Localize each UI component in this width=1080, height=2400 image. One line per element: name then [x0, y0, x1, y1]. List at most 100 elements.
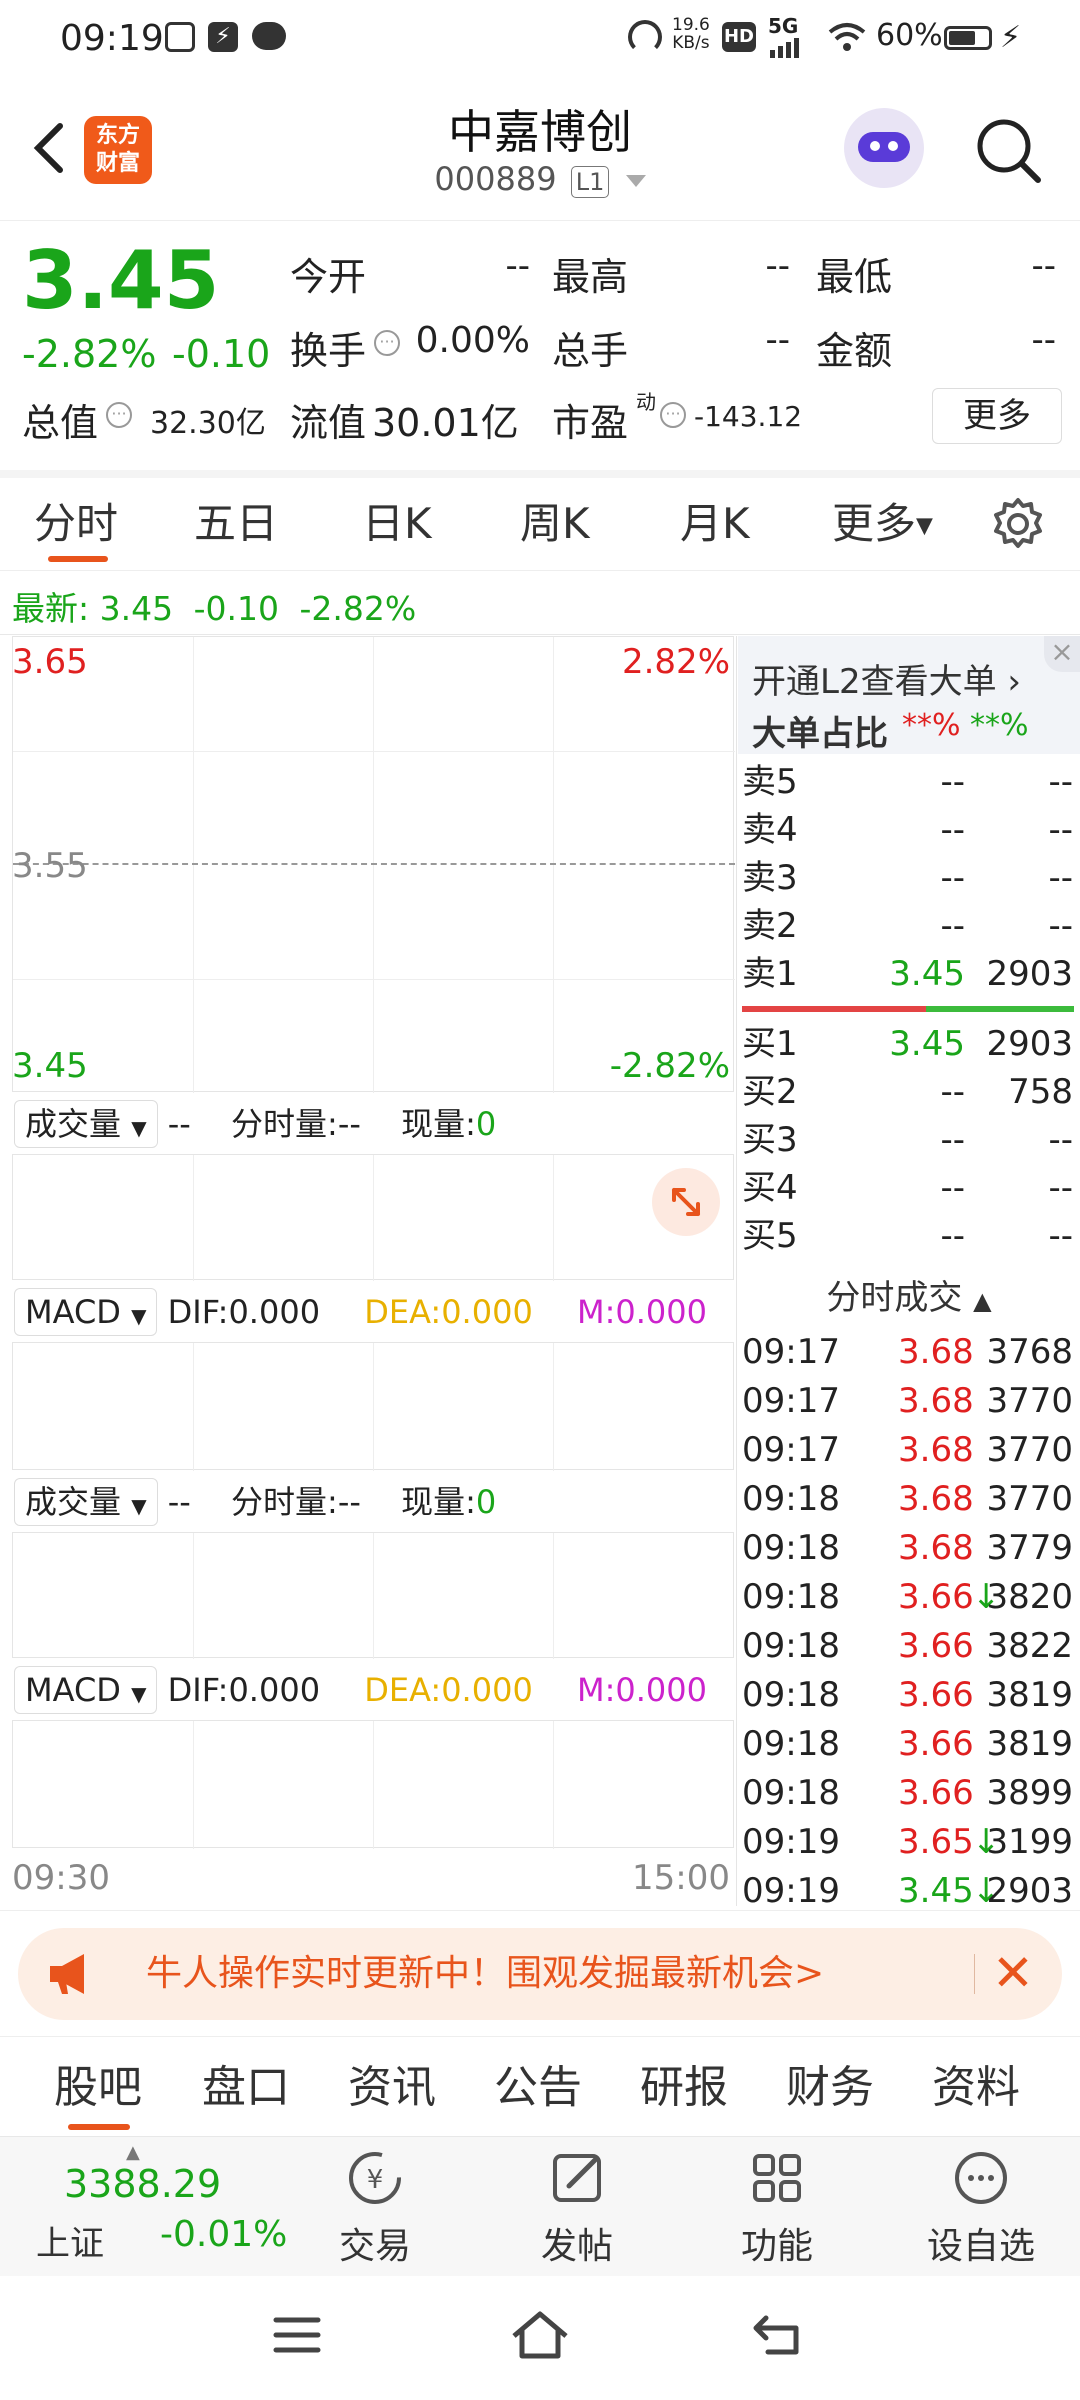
more-button[interactable]: 更多 [932, 388, 1062, 444]
buy-row[interactable]: 买2 -- 758 [740, 1068, 1075, 1116]
battery-icon [944, 26, 992, 50]
buy-row[interactable]: 买4 -- -- [740, 1164, 1075, 1212]
y-axis-bottom: 3.45 [12, 1046, 88, 1086]
info-icon[interactable]: ··· [106, 402, 132, 428]
order-volume: -- [1048, 858, 1073, 898]
sell-row[interactable]: 卖5 -- -- [740, 758, 1075, 806]
sell-row[interactable]: 卖4 -- -- [740, 806, 1075, 854]
tab-daily-k[interactable]: 日K [362, 478, 432, 570]
trade-volume: 2903 [986, 1871, 1073, 1911]
info-icon[interactable]: ··· [660, 402, 686, 428]
close-icon[interactable]: ✕ [992, 1938, 1034, 2008]
pct-axis-bottom: -2.82% [609, 1046, 730, 1086]
index-value: 3388.29 [64, 2162, 222, 2206]
stock-code: 000889 [434, 160, 557, 198]
volume-panel-2[interactable] [12, 1532, 734, 1659]
trade-row: 09:18 3.66 3822 [740, 1622, 1075, 1671]
trade-time: 09:18 [742, 1626, 840, 1666]
back-icon[interactable] [22, 118, 82, 178]
low-value: -- [1031, 246, 1056, 286]
back-nav-icon[interactable] [752, 2312, 806, 2358]
tab-news[interactable]: 资讯 [348, 2040, 436, 2136]
trade-row: 09:18 3.66 ↓ 3820 [740, 1573, 1075, 1622]
volume-select[interactable]: 成交量 ▼ [14, 1478, 158, 1526]
trade-price: 3.68 [898, 1381, 974, 1421]
order-level: 卖1 [742, 954, 798, 994]
bottom-tab-indicator [68, 2124, 130, 2130]
stock-code-row[interactable]: 000889 L1 [340, 160, 740, 198]
sell-row[interactable]: 卖3 -- -- [740, 854, 1075, 902]
trade-volume: 3899 [986, 1773, 1073, 1813]
tab-announcements[interactable]: 公告 [494, 2040, 582, 2136]
sell-row[interactable]: 卖1 3.45 2903 [740, 950, 1075, 998]
macd-select[interactable]: MACD ▼ [14, 1288, 158, 1336]
promo-banner[interactable]: 牛人操作实时更新中！围观发掘最新机会> ✕ [18, 1928, 1062, 2020]
triangle-down-icon: ▼ [916, 513, 933, 539]
latest-label: 最新: [12, 589, 90, 628]
buy-row[interactable]: 买5 -- -- [740, 1212, 1075, 1260]
index-widget[interactable]: ▲ 3388.29 上证 -0.01% [0, 2142, 300, 2272]
pe-label: 市盈 [552, 401, 629, 445]
watchlist-label: 设自选 [926, 2226, 1035, 2267]
order-level: 卖3 [742, 858, 798, 898]
search-icon[interactable] [974, 116, 1044, 186]
volume-select[interactable]: 成交量 ▼ [14, 1100, 158, 1148]
volume-panel[interactable] [12, 1154, 734, 1281]
add-watchlist-button[interactable]: 设自选 [916, 2140, 1046, 2270]
triangle-down-icon: ▼ [131, 1682, 147, 1706]
trades-header[interactable]: 分时成交 ▲ [738, 1268, 1080, 1328]
tab-guba[interactable]: 股吧 [54, 2040, 142, 2136]
tab-monthly-k[interactable]: 月K [680, 478, 750, 570]
app-logo[interactable]: 东方 财富 [84, 116, 152, 184]
tab-more-label: 更多 [832, 499, 917, 548]
open-label: 今开 [290, 255, 367, 299]
time-axis-end: 15:00 [632, 1858, 730, 1898]
function-button[interactable]: 功能 [722, 2140, 832, 2270]
macd-panel-2[interactable] [12, 1720, 734, 1849]
trade-price: 3.68 [898, 1332, 974, 1372]
robot-assistant-icon[interactable] [844, 108, 924, 188]
home-icon[interactable] [508, 2308, 572, 2362]
trade-volume: 3819 [986, 1675, 1073, 1715]
menu-icon[interactable] [272, 2314, 322, 2356]
buy-row[interactable]: 买1 3.45 2903 [740, 1020, 1075, 1068]
macd-panel[interactable] [12, 1342, 734, 1471]
order-level: 买3 [742, 1120, 798, 1160]
tab-more[interactable]: 更多▼ [832, 478, 933, 570]
intraday-chart[interactable] [12, 636, 735, 1093]
time-axis-start: 09:30 [12, 1858, 110, 1898]
triangle-up-icon: ▲ [973, 1287, 992, 1315]
trade-row: 09:19 3.65 ↓ 3199 [740, 1818, 1075, 1867]
order-level: 卖5 [742, 762, 798, 802]
latest-pct: -2.82% [299, 589, 417, 628]
order-level: 卖4 [742, 810, 798, 850]
net-speed: 19.6 KB/s [672, 16, 710, 52]
order-volume: -- [1048, 906, 1073, 946]
tab-weekly-k[interactable]: 周K [520, 478, 590, 570]
chevron-right-icon: › [1007, 662, 1021, 702]
expand-icon[interactable] [652, 1168, 720, 1236]
tab-pankou[interactable]: 盘口 [202, 2040, 290, 2136]
tab-five-day[interactable]: 五日 [194, 478, 278, 570]
macd-select-label: MACD [25, 1671, 121, 1709]
trade-button[interactable]: ¥ 交易 [320, 2140, 430, 2270]
total-hands-label: 总手 [552, 329, 629, 373]
macd-select[interactable]: MACD ▼ [14, 1666, 158, 1714]
tab-profile[interactable]: 资料 [932, 2040, 1020, 2136]
close-icon[interactable]: × [1044, 636, 1080, 672]
order-level: 卖2 [742, 906, 798, 946]
trade-row: 09:19 3.45 ↓ 2903 [740, 1867, 1075, 1916]
divider [0, 2036, 1080, 2037]
l2-promo-link[interactable]: 开通L2查看大单 › [752, 654, 1021, 703]
battery-percent: 60% [876, 18, 943, 53]
tab-financials[interactable]: 财务 [786, 2040, 874, 2136]
sell-row[interactable]: 卖2 -- -- [740, 902, 1075, 950]
l2-promo-panel[interactable]: 开通L2查看大单 › × 大单占比 **% **% [738, 636, 1080, 754]
info-icon[interactable]: ··· [374, 330, 400, 356]
buy-row[interactable]: 买3 -- -- [740, 1116, 1075, 1164]
wifi-icon [828, 22, 866, 52]
big-order-red: **% [902, 708, 961, 743]
gear-icon[interactable] [990, 496, 1046, 552]
post-button[interactable]: 发帖 [522, 2140, 632, 2270]
tab-research[interactable]: 研报 [640, 2040, 728, 2136]
